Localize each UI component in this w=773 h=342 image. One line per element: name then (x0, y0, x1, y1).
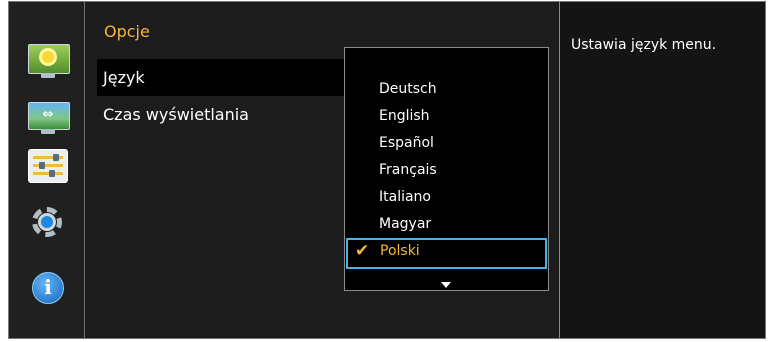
language-option-label: Polski (380, 243, 420, 259)
language-option-italiano[interactable]: Italiano (345, 184, 548, 211)
menu-item-display-time[interactable]: Czas wyświetlania (97, 96, 357, 133)
menu-title: Opcje (104, 22, 150, 41)
language-option-magyar[interactable]: Magyar (345, 211, 548, 238)
monitor-osd-window: ⇔ i Opcje Język Czas wyświetlania Deutsc… (8, 1, 766, 339)
language-option-polski[interactable]: ✔ Polski (346, 238, 547, 269)
size-position-icon[interactable]: ⇔ (25, 99, 71, 137)
help-text: Ustawia język menu. (571, 37, 717, 53)
setup-icon[interactable] (25, 149, 71, 187)
language-option-francais[interactable]: Français (345, 157, 548, 184)
picture-icon[interactable] (25, 42, 71, 80)
language-dropdown[interactable]: Deutsch English Español Français Italian… (344, 47, 549, 291)
menu-item-language[interactable]: Język (97, 59, 357, 96)
language-option-espanol[interactable]: Español (345, 130, 548, 157)
system-gear-icon[interactable] (25, 207, 71, 245)
information-icon[interactable]: i (25, 272, 71, 310)
menu-list: Język Czas wyświetlania (97, 59, 357, 133)
checkmark-icon: ✔ (355, 241, 370, 261)
language-option-english[interactable]: English (345, 103, 548, 130)
help-panel: Ustawia język menu. (559, 2, 765, 338)
triangle-down-icon[interactable] (441, 282, 451, 288)
sidebar: ⇔ i (9, 2, 85, 338)
language-option-deutsch[interactable]: Deutsch (345, 76, 548, 103)
